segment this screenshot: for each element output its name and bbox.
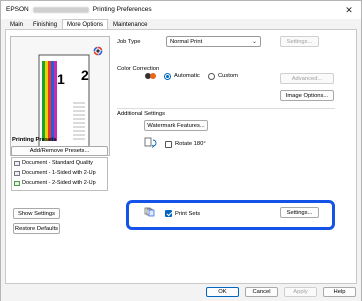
preset-list-item[interactable]: Document - 2-Sided with 2-Up xyxy=(14,180,96,186)
document-preset-icon xyxy=(14,180,20,186)
document-preset-icon xyxy=(14,170,20,176)
preset-label: Document - 2-Sided with 2-Up xyxy=(22,180,96,186)
custom-radio-label: Custom xyxy=(218,73,238,79)
job-type-label: Job Type xyxy=(117,39,141,45)
print-sets-label: Print Sets xyxy=(175,211,201,217)
show-settings-button[interactable]: Show Settings xyxy=(13,208,60,219)
advanced-button[interactable]: Advanced... xyxy=(280,73,334,84)
preset-list-item[interactable]: Document - 1-Sided with 2-Up xyxy=(14,170,96,176)
preset-label: Document - Standard Quality xyxy=(22,160,93,166)
custom-radio[interactable] xyxy=(208,73,215,80)
print-sets-checkbox[interactable] xyxy=(165,210,172,217)
help-button[interactable]: Help xyxy=(323,287,356,297)
restore-defaults-button[interactable]: Restore Defaults xyxy=(13,223,60,234)
preview-page-1-number: 1 xyxy=(57,71,65,87)
divider xyxy=(117,108,335,109)
printing-presets-label: Printing Presets xyxy=(12,137,57,143)
rotate-180-checkbox[interactable] xyxy=(165,141,172,148)
print-sets-settings-button[interactable]: Settings... xyxy=(280,207,319,218)
watermark-features-button[interactable]: Watermark Features... xyxy=(144,120,208,131)
add-remove-presets-button[interactable]: Add/Remove Presets... xyxy=(11,146,108,156)
redacted-printer-name xyxy=(32,6,89,13)
chevron-down-icon: ⌄ xyxy=(251,39,257,45)
ok-button[interactable]: OK xyxy=(206,287,239,297)
automatic-radio-label: Automatic xyxy=(174,73,200,79)
color-correction-icon xyxy=(145,73,156,79)
image-options-button[interactable]: Image Options... xyxy=(280,90,334,101)
document-preset-icon xyxy=(14,160,20,166)
printing-preferences-window: EPSON Printing Preferences ✕ Main Finish… xyxy=(0,0,362,301)
close-icon[interactable]: ✕ xyxy=(343,4,355,16)
cancel-button[interactable]: Cancel xyxy=(245,287,278,297)
job-type-settings-button[interactable]: Settings... xyxy=(280,36,319,47)
preset-label: Document - 1-Sided with 2-Up xyxy=(22,170,96,176)
window-title-suffix: Printing Preferences xyxy=(92,6,152,13)
job-type-select[interactable]: Normal Print ⌄ xyxy=(166,36,261,47)
presets-list: Document - Standard Quality Document - 1… xyxy=(11,157,108,191)
title-bar: EPSON Printing Preferences ✕ xyxy=(1,1,361,19)
apply-button[interactable]: Apply xyxy=(284,287,317,297)
additional-settings-label: Additional Settings xyxy=(117,111,166,117)
preset-list-item[interactable]: Document - Standard Quality xyxy=(14,160,93,166)
job-type-value: Normal Print xyxy=(170,38,203,45)
color-bars-icon xyxy=(42,61,57,141)
rotate-180-label: Rotate 180° xyxy=(175,141,206,147)
window-title: EPSON Printing Preferences xyxy=(6,6,152,13)
automatic-radio[interactable] xyxy=(164,73,171,80)
rotate-page-icon xyxy=(144,137,157,148)
preview-page-2-number: 2 xyxy=(81,67,89,83)
window-title-prefix: EPSON xyxy=(6,6,29,13)
print-sets-icon xyxy=(144,207,155,217)
